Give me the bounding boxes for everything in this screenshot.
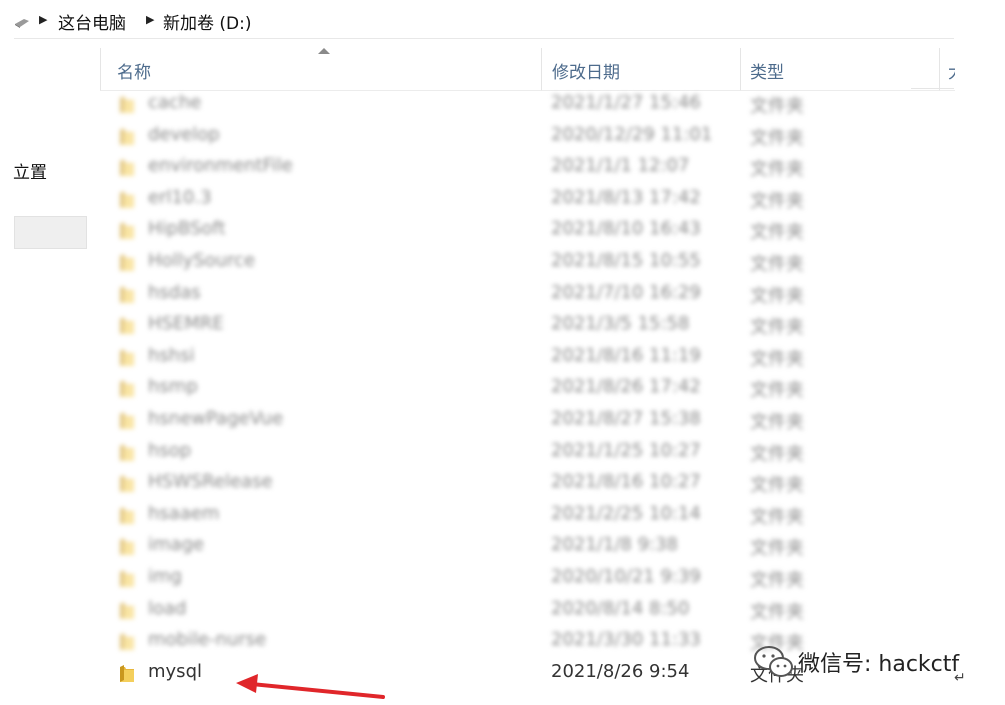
wechat-icon xyxy=(754,646,793,677)
watermark-text: 微信号: hackctf xyxy=(798,652,960,677)
wechat-watermark: 微信号: hackctf xyxy=(752,642,982,682)
red-arrow-annotation xyxy=(236,674,385,699)
corner-glyph: ↵ xyxy=(954,670,966,686)
